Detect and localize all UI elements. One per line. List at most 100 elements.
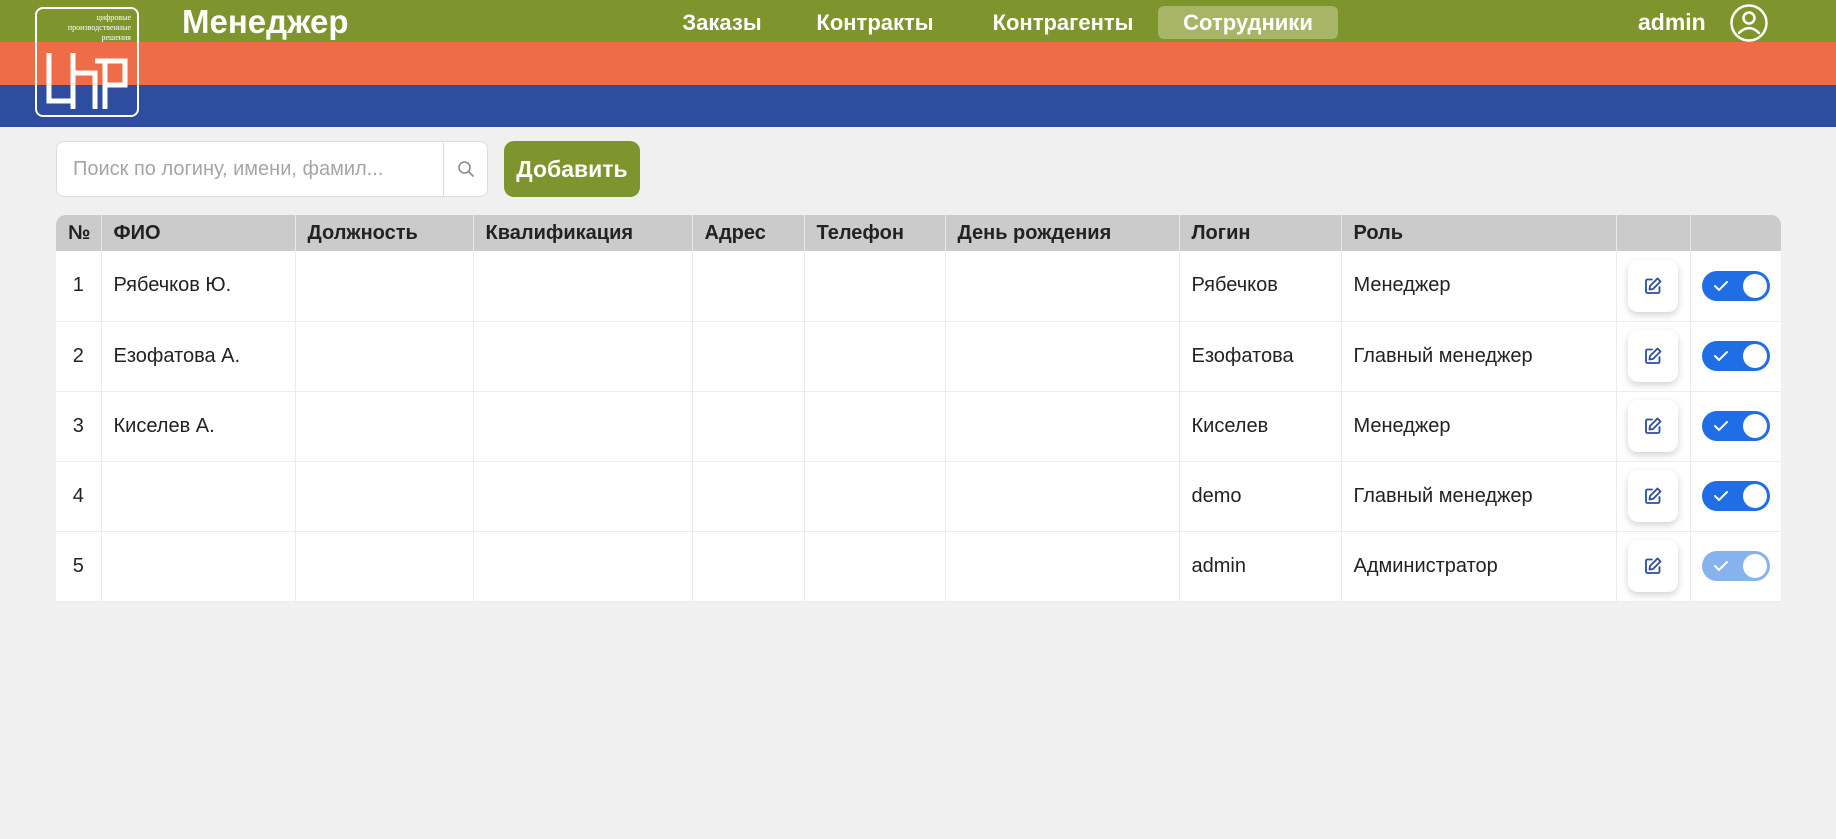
nav-item-counterparties[interactable]: Контрагенты <box>978 6 1148 39</box>
table-row[interactable]: 1 Рябечков Ю. Рябечков Менеджер <box>56 251 1781 322</box>
edit-button[interactable] <box>1628 470 1678 522</box>
cell-num: 1 <box>56 251 102 322</box>
cell-qualification <box>473 531 693 602</box>
cell-fio: Рябечков Ю. <box>101 251 296 322</box>
search-box <box>56 141 488 197</box>
check-icon <box>1713 351 1728 361</box>
cell-address <box>692 391 805 462</box>
cell-qualification <box>473 251 693 322</box>
check-icon <box>1713 421 1728 431</box>
cell-qualification <box>473 461 693 532</box>
cell-num: 5 <box>56 531 102 602</box>
active-toggle[interactable] <box>1701 270 1770 301</box>
cell-active <box>1690 251 1781 322</box>
cell-edit <box>1616 461 1691 532</box>
check-icon <box>1713 561 1728 571</box>
cell-address <box>692 321 805 392</box>
cell-position <box>295 391 474 462</box>
active-toggle <box>1701 551 1770 581</box>
search-icon <box>458 161 474 177</box>
table-row[interactable]: 5 admin Администратор <box>56 531 1781 602</box>
cell-edit <box>1616 251 1691 322</box>
edit-button[interactable] <box>1628 330 1678 382</box>
current-user-name[interactable]: admin <box>1638 5 1706 39</box>
nav-item-contracts[interactable]: Контракты <box>805 6 945 39</box>
toggle-knob <box>1742 344 1767 368</box>
cell-birthday <box>945 251 1180 322</box>
nav-item-orders[interactable]: Заказы <box>672 6 772 39</box>
toggle-knob <box>1742 414 1767 438</box>
cell-position <box>295 251 474 322</box>
toggle-knob <box>1742 484 1767 508</box>
edit-button[interactable] <box>1628 540 1678 592</box>
table-row[interactable]: 3 Киселев А. Киселев Менеджер <box>56 391 1781 462</box>
cell-birthday <box>945 461 1180 532</box>
nav-item-employees[interactable]: Сотрудники <box>1158 6 1338 39</box>
table-row[interactable]: 2 Езофатова А. Езофатова Главный менеджер <box>56 321 1781 392</box>
edit-button[interactable] <box>1628 400 1678 452</box>
cell-fio <box>101 531 296 602</box>
toggle-knob <box>1742 273 1767 298</box>
cell-num: 2 <box>56 321 102 392</box>
add-employee-button[interactable]: Добавить <box>504 141 640 197</box>
header-bar-orange <box>0 42 1836 85</box>
cell-active <box>1690 461 1781 532</box>
edit-icon <box>1645 417 1662 434</box>
cell-position <box>295 531 474 602</box>
search-input[interactable] <box>57 142 443 196</box>
column-header-fio[interactable]: ФИО <box>101 215 296 251</box>
cell-address <box>692 531 805 602</box>
cell-birthday <box>945 391 1180 462</box>
cell-num: 4 <box>56 461 102 532</box>
active-toggle[interactable] <box>1701 481 1770 511</box>
cell-active <box>1690 391 1781 462</box>
cell-role: Главный менеджер <box>1341 461 1617 532</box>
main-nav: Заказы Контракты Контрагенты Сотрудники <box>0 6 1836 39</box>
edit-icon <box>1645 487 1662 504</box>
active-toggle[interactable] <box>1701 411 1770 441</box>
cell-phone <box>804 391 946 462</box>
column-header-login[interactable]: Логин <box>1179 215 1342 251</box>
cell-phone <box>804 251 946 322</box>
header-bar-blue <box>0 85 1836 127</box>
cell-phone <box>804 531 946 602</box>
cell-num: 3 <box>56 391 102 462</box>
cell-edit <box>1616 321 1691 392</box>
cell-role: Менеджер <box>1341 251 1617 322</box>
user-circle-icon[interactable] <box>1729 3 1769 43</box>
logo-letters-icon <box>46 53 128 109</box>
cell-login: Езофатова <box>1179 321 1342 392</box>
cell-position <box>295 461 474 532</box>
cell-login: admin <box>1179 531 1342 602</box>
column-header-active <box>1690 215 1781 251</box>
toggle-knob <box>1742 554 1767 578</box>
cell-role: Менеджер <box>1341 391 1617 462</box>
cell-position <box>295 321 474 392</box>
edit-icon <box>1645 277 1662 294</box>
cell-qualification <box>473 321 693 392</box>
table-header-row: № ФИО Должность Квалификация Адрес Телеф… <box>56 215 1781 251</box>
cell-birthday <box>945 321 1180 392</box>
cell-fio: Киселев А. <box>101 391 296 462</box>
column-header-birthday[interactable]: День рождения <box>945 215 1180 251</box>
edit-button[interactable] <box>1628 259 1678 312</box>
column-header-num[interactable]: № <box>56 215 102 251</box>
cell-active <box>1690 531 1781 602</box>
active-toggle[interactable] <box>1701 341 1770 371</box>
cell-edit <box>1616 531 1691 602</box>
cell-role: Главный менеджер <box>1341 321 1617 392</box>
cell-role: Администратор <box>1341 531 1617 602</box>
column-header-phone[interactable]: Телефон <box>804 215 946 251</box>
cell-birthday <box>945 531 1180 602</box>
column-header-role[interactable]: Роль <box>1341 215 1617 251</box>
cell-edit <box>1616 391 1691 462</box>
column-header-address[interactable]: Адрес <box>692 215 805 251</box>
column-header-position[interactable]: Должность <box>295 215 474 251</box>
cell-fio: Езофатова А. <box>101 321 296 392</box>
table-row[interactable]: 4 demo Главный менеджер <box>56 461 1781 532</box>
cell-login: Киселев <box>1179 391 1342 462</box>
column-header-qualification[interactable]: Квалификация <box>473 215 693 251</box>
check-icon <box>1713 280 1728 291</box>
search-button[interactable] <box>443 142 487 196</box>
column-header-edit <box>1616 215 1691 251</box>
